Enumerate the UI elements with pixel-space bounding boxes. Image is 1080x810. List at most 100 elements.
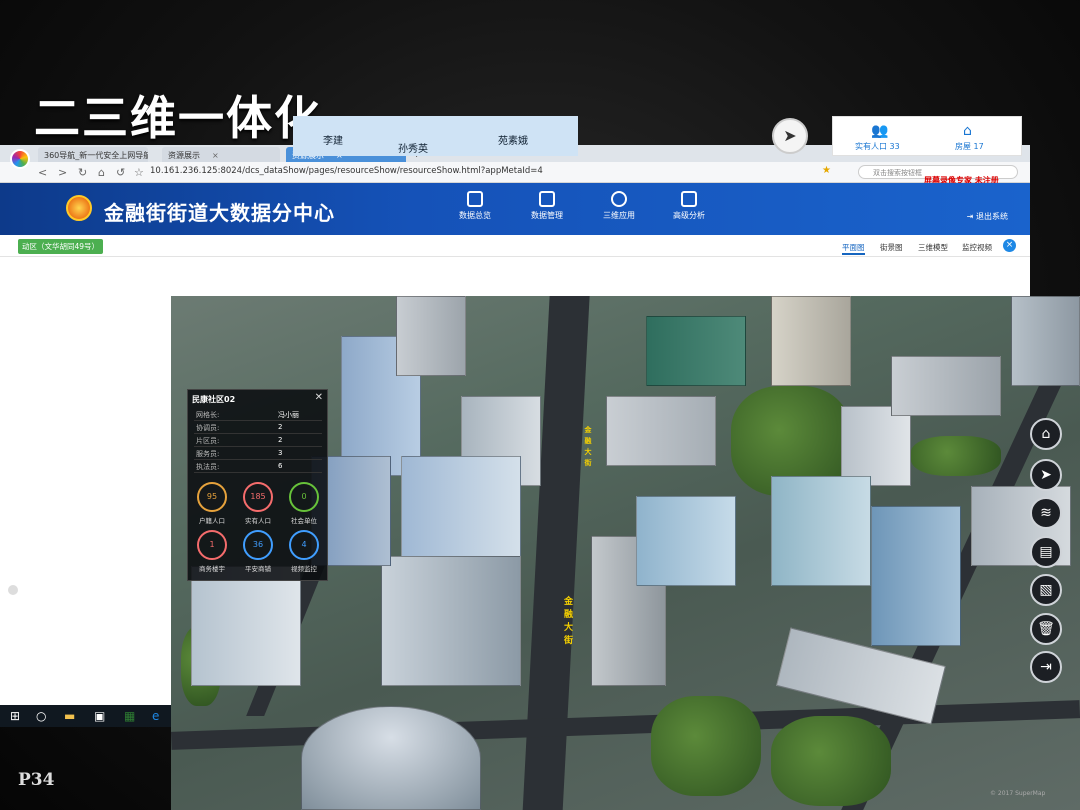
building[interactable]: [191, 566, 301, 686]
address-bar: < > ↻ ⌂ ↺ ☆ 10.161.236.125:8024/dcs_data…: [0, 162, 1030, 185]
page-number: P34: [18, 770, 55, 790]
trash-icon[interactable]: 🗑: [1030, 613, 1062, 645]
layers-icon[interactable]: ≋: [1030, 497, 1062, 529]
excel-icon[interactable]: ▦: [124, 709, 135, 723]
stat-ring: 1: [197, 530, 227, 560]
housing-label: 房屋 17: [955, 142, 984, 151]
person-label: 孙秀英: [398, 144, 428, 155]
bookmark-star-icon[interactable]: ★: [822, 165, 831, 176]
nav-3d-application[interactable]: 三维应用: [584, 191, 654, 221]
building[interactable]: [891, 356, 1001, 416]
info-row: 执法员: 6: [194, 460, 322, 473]
stadium-building[interactable]: [301, 706, 481, 810]
tab-street-view[interactable]: 街景图: [880, 242, 903, 253]
app-header: 金融街街道大数据分中心 数据总览 数据管理 三维应用 高级分析 ⇥ 退出系统: [0, 183, 1030, 235]
windows-taskbar: ⊞ ○ ▬ ▣ ▦ e: [0, 705, 172, 727]
community-info-popup: 民康社区02 ✕ 网格长: 冯小丽 协调员: 2 片区员: 2 服务员: 3 执法员: 6…: [187, 389, 328, 581]
stat-video-surveillance[interactable]: 4 视频监控: [282, 530, 326, 573]
keyboard-icon[interactable]: ▤: [1030, 536, 1062, 568]
home-icon[interactable]: ⌂: [1030, 418, 1062, 450]
park-trees: [651, 696, 761, 796]
building[interactable]: [606, 396, 716, 466]
road-label: 金融大街: [562, 596, 572, 648]
compass-icon[interactable]: ➤: [772, 118, 808, 154]
url-input[interactable]: 10.161.236.125:8024/dcs_dataShow/pages/r…: [150, 166, 543, 176]
scroll-indicator[interactable]: [8, 585, 18, 595]
building[interactable]: [771, 296, 851, 386]
store-icon[interactable]: ▣: [94, 709, 105, 723]
refresh-icon[interactable]: ↻: [78, 166, 87, 179]
road-label: 金融大街: [584, 426, 592, 470]
stat-social-units[interactable]: 0 社会单位: [282, 482, 326, 525]
summary-cards: 👥 实有人口 33 ⌂ 房屋 17: [832, 116, 1022, 156]
exit-icon[interactable]: ⇥: [1030, 651, 1062, 683]
emblem-icon: [66, 195, 92, 221]
stat-ring: 185: [243, 482, 273, 512]
tab-surveillance[interactable]: 监控视频: [962, 242, 992, 253]
app-title: 金融街街道大数据分中心: [104, 201, 335, 225]
cube-icon: [611, 191, 627, 207]
browser-logo-icon[interactable]: [10, 149, 30, 169]
windows-start-icon[interactable]: ⊞: [10, 709, 20, 723]
person-columns: 李建 孙秀英 苑素娥: [293, 116, 578, 156]
slide-title: 二三维一体化: [34, 91, 322, 145]
info-row: 网格长: 冯小丽: [194, 408, 322, 421]
tab-resource-1[interactable]: 资源展示 ×: [162, 147, 280, 162]
box-icon: [539, 191, 555, 207]
building[interactable]: [646, 316, 746, 386]
edge-icon[interactable]: e: [152, 709, 159, 723]
building[interactable]: [841, 406, 911, 486]
home-icon[interactable]: ⌂: [98, 166, 105, 179]
location-badge: 动区（文华胡同49号）: [18, 239, 104, 254]
house-icon: ⌂: [963, 123, 972, 139]
nav-data-management[interactable]: 数据管理: [512, 191, 582, 221]
tab-360-nav[interactable]: 360导航_新一代安全上网导航: [38, 147, 148, 162]
close-icon[interactable]: ×: [1003, 239, 1016, 252]
search-icon[interactable]: ○: [36, 709, 46, 723]
tab-3d-model[interactable]: 三维模型: [918, 242, 948, 253]
back-icon[interactable]: <: [38, 166, 47, 179]
stat-household-population[interactable]: 95 户籍人口: [190, 482, 234, 525]
favorite-icon[interactable]: ☆: [134, 166, 144, 179]
building[interactable]: [636, 496, 736, 586]
map-copyright: © 2017 SuperMap: [990, 790, 1046, 797]
sub-toolbar: 动区（文华胡同49号） 平面图 街景图 三维模型 监控视频 ×: [0, 235, 1030, 257]
measure-icon[interactable]: ▧: [1030, 574, 1062, 606]
nav-advanced-analysis[interactable]: 高级分析: [654, 191, 724, 221]
stat-ring: 0: [289, 482, 319, 512]
info-row: 服务员: 3: [194, 447, 322, 460]
park-trees: [771, 716, 891, 806]
file-explorer-icon[interactable]: ▬: [64, 709, 75, 723]
tab-plan-view[interactable]: 平面图: [842, 242, 865, 255]
building[interactable]: [401, 456, 521, 566]
stat-actual-population[interactable]: 185 实有人口: [236, 482, 280, 525]
info-row: 片区员: 2: [194, 434, 322, 447]
stat-safe-shops[interactable]: 36 平安商铺: [236, 530, 280, 573]
building[interactable]: [771, 476, 871, 586]
building[interactable]: [1011, 296, 1080, 386]
person-label: 苑素娥: [498, 136, 528, 147]
presentation-slide: 二三维一体化 360导航_新一代安全上网导航 资源展示× 资源展示× + ♡ ≡…: [0, 0, 1080, 810]
list-icon: [467, 191, 483, 207]
undo-icon[interactable]: ↺: [116, 166, 125, 179]
close-icon[interactable]: ✕: [315, 392, 323, 403]
people-icon: 👥: [871, 123, 889, 139]
stat-office-buildings[interactable]: 1 商务楼宇: [190, 530, 234, 573]
forward-icon[interactable]: >: [58, 166, 67, 179]
building[interactable]: [381, 556, 521, 686]
close-icon[interactable]: ×: [212, 151, 219, 160]
stat-ring: 95: [197, 482, 227, 512]
building[interactable]: [396, 296, 466, 376]
info-row: 协调员: 2: [194, 421, 322, 434]
park-trees: [911, 436, 1001, 476]
locate-icon[interactable]: ➤: [1030, 459, 1062, 491]
building[interactable]: [871, 506, 961, 646]
logout-button[interactable]: ⇥ 退出系统: [967, 211, 1008, 222]
person-label: 李建: [323, 136, 343, 147]
stat-ring: 36: [243, 530, 273, 560]
nav-data-overview[interactable]: 数据总览: [440, 191, 510, 221]
stat-ring: 4: [289, 530, 319, 560]
chart-icon: [681, 191, 697, 207]
population-label: 实有人口 33: [855, 142, 900, 151]
popup-title: 民康社区02: [192, 395, 236, 404]
